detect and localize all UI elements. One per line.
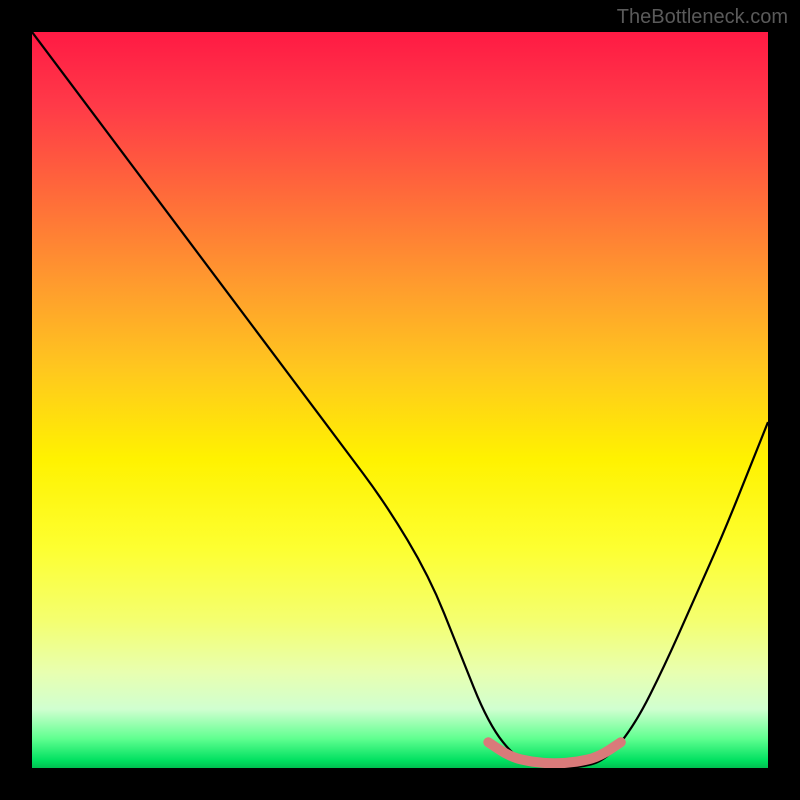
watermark: TheBottleneck.com [617, 6, 788, 29]
bottleneck-curve [32, 32, 768, 768]
optimal-band [488, 742, 620, 763]
chart-svg [32, 32, 768, 768]
plot-area [32, 32, 768, 768]
